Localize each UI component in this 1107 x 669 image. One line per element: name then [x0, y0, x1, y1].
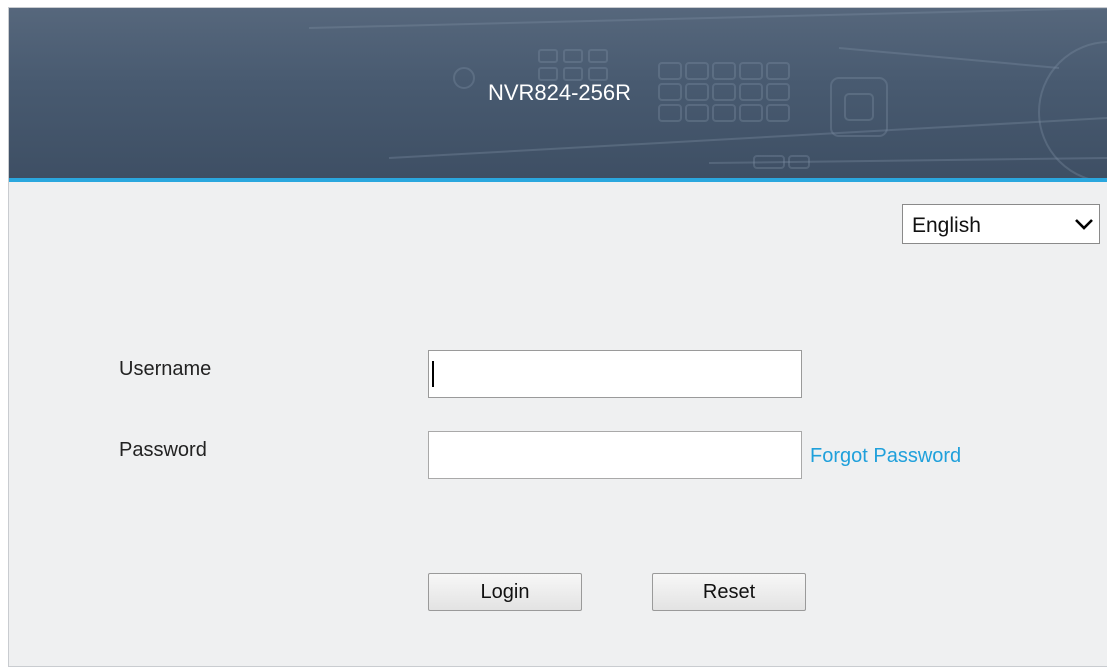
forgot-password-link[interactable]: Forgot Password	[810, 445, 961, 468]
login-panel: NVR824-256R English Username Password Fo…	[8, 7, 1107, 667]
chevron-down-icon	[1075, 219, 1093, 230]
password-input[interactable]	[428, 431, 802, 479]
language-select-value: English	[912, 214, 981, 237]
login-content: English Username Password Forgot Passwor…	[9, 182, 1107, 666]
reset-button[interactable]: Reset	[652, 573, 806, 611]
password-label: Password	[119, 439, 207, 461]
language-select[interactable]: English	[902, 204, 1100, 244]
username-input[interactable]	[428, 350, 802, 398]
text-caret	[432, 361, 434, 387]
login-button[interactable]: Login	[428, 573, 582, 611]
username-label: Username	[119, 358, 212, 380]
device-title: NVR824-256R	[487, 80, 632, 105]
header-banner: NVR824-256R	[9, 8, 1107, 178]
